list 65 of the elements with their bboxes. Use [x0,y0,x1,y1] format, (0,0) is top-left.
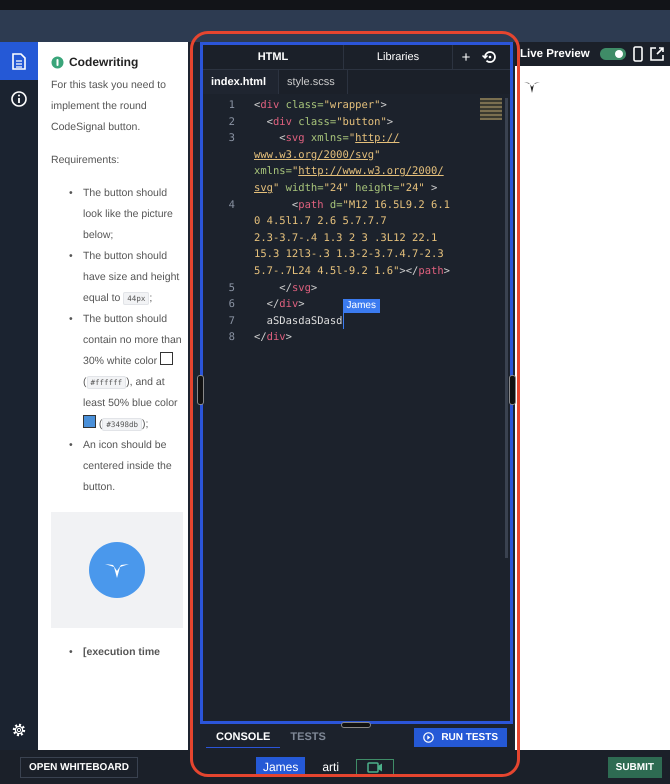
line-number: 1 [228,98,236,113]
code-line: <svg xmlns="http:// [278,131,400,146]
info-icon [11,91,27,107]
code-line: 15.3 12l3-.3 1.3-2-3.7.4.7-2.3 [254,247,444,262]
play-icon [423,732,434,742]
task-title: Codewriting [69,54,138,71]
line-number: 7 [228,314,236,329]
bullet-marker: • [69,186,74,201]
minimap [480,98,502,120]
bullet-marker: • [69,249,74,264]
requirement-item: [execution time [83,645,162,660]
document-icon [12,52,26,70]
resize-handle[interactable] [509,375,516,405]
history-icon[interactable] [482,49,498,65]
task-description: For this task you need to implement the round CodeSignal button. [51,78,167,135]
camera-icon [367,762,384,772]
code-line: <path d="M12 16.5L9.2 6.1 [290,198,450,213]
line-number: 3 [228,131,236,146]
open-whiteboard-button[interactable]: OPEN WHITEBOARD [20,756,138,778]
line-number: 4 [228,198,236,213]
code-line: svg" width="24" height="24" > [254,180,438,196]
code-line: 2.3-3.7-.4 1.3 2 3 .3L12 22.1 [254,230,438,246]
code-line: </div> [266,297,305,312]
code-line: aSDasdaSDasd [266,314,343,329]
requirements-heading: Requirements: [51,153,120,168]
external-link-icon[interactable] [650,47,664,61]
phone-icon[interactable] [632,46,643,62]
bullet-marker: • [69,438,74,453]
resize-handle[interactable] [341,722,371,728]
participant-tab[interactable]: arti [315,757,346,777]
settings-icon[interactable] [11,722,27,738]
code-line: 5.7-.7L24 4.5l-9.2 1.6"></path> [254,264,450,279]
run-tests-button[interactable]: RUN TESTS [414,728,507,746]
code-line: <div class="button"> [266,114,394,130]
requirement-item: The button should look like the picture below; [83,186,174,243]
code-line: </svg> [278,280,318,296]
line-number: 6 [228,297,236,312]
requirement-item: An icon should be centered inside the button. [83,438,173,495]
code-line: </div> [254,330,292,346]
file-tab[interactable]: index.html [203,70,280,94]
file-tab[interactable]: style.scss [279,70,348,94]
cursor-label: James [342,298,380,313]
bullet-marker: • [69,312,74,327]
line-number: 8 [228,330,236,346]
logo-icon [523,80,541,94]
code-line: www.w3.org/2000/svg" [254,148,380,163]
line-number: 5 [228,280,236,296]
code-line: <div class="wrapper"> [254,98,387,113]
console-tab[interactable]: CONSOLE [206,726,280,748]
round-logo-button-drawing [89,542,145,598]
console-tab[interactable]: TESTS [280,727,336,747]
document-tab[interactable] [0,42,38,80]
line-number: 2 [228,114,236,130]
editor-tab[interactable]: HTML [203,45,343,69]
add-button[interactable]: + [453,48,479,66]
code-line: xmlns="http://www.w3.org/2000/ [254,164,444,180]
code-line: 0 4.5l1.7 2.6 5.7.7.7 [254,214,387,230]
bullet-marker: • [69,645,74,660]
camera-button[interactable] [356,758,394,776]
live-preview-toggle[interactable] [600,48,626,60]
submit-button[interactable]: SUBMIT [608,756,662,778]
status-icon [51,56,64,69]
live-preview-label: Live Preview [520,48,590,60]
editor-tab[interactable]: Libraries [343,45,453,69]
resize-handle[interactable] [197,375,204,405]
